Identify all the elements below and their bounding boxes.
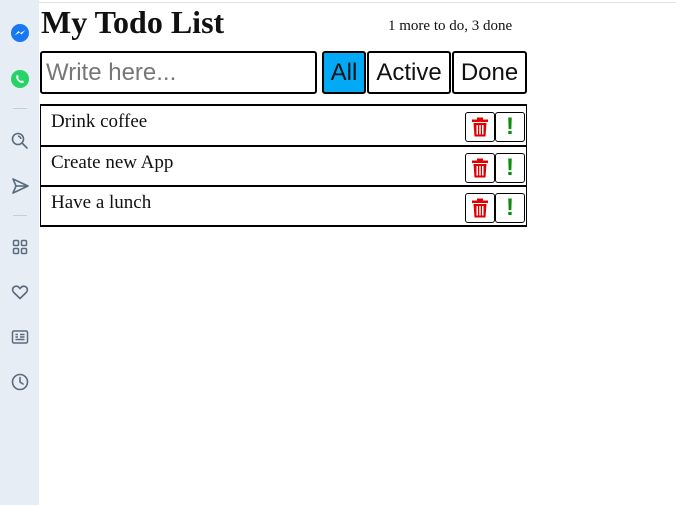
- heart-icon[interactable]: [9, 281, 31, 303]
- delete-todo-button[interactable]: [465, 193, 495, 223]
- filter-all-button[interactable]: All: [322, 51, 366, 94]
- trash-icon: [472, 158, 488, 178]
- new-todo-input[interactable]: [40, 51, 317, 94]
- browser-sidebar: [0, 0, 39, 505]
- delete-todo-button[interactable]: [465, 112, 495, 142]
- trash-icon: [472, 117, 488, 137]
- delete-todo-button[interactable]: [465, 153, 495, 183]
- sidebar-divider: [13, 215, 27, 216]
- mark-important-button[interactable]: !: [495, 193, 525, 223]
- messenger-icon[interactable]: [9, 22, 31, 44]
- history-clock-icon[interactable]: [9, 371, 31, 393]
- mark-important-button[interactable]: !: [495, 153, 525, 183]
- news-icon[interactable]: [9, 326, 31, 348]
- todo-item-label[interactable]: Have a lunch: [51, 192, 151, 214]
- todo-item: Drink coffee !: [41, 105, 526, 145]
- exclamation-icon: !: [506, 194, 514, 221]
- exclamation-icon: !: [506, 113, 514, 140]
- exclamation-icon: !: [506, 154, 514, 181]
- todo-item: Have a lunch !: [41, 185, 526, 225]
- send-icon[interactable]: [9, 175, 31, 197]
- trash-icon: [472, 198, 488, 218]
- search-icon[interactable]: [9, 130, 31, 152]
- filter-active-button[interactable]: Active: [367, 51, 451, 94]
- sidebar-divider: [13, 108, 27, 109]
- page-title: My Todo List: [41, 4, 225, 40]
- todo-item-label[interactable]: Create new App: [51, 152, 173, 174]
- whatsapp-icon[interactable]: [9, 68, 31, 90]
- mark-important-button[interactable]: !: [495, 112, 525, 142]
- todo-item-label[interactable]: Drink coffee: [51, 111, 147, 133]
- filter-done-button[interactable]: Done: [452, 51, 527, 94]
- todo-status-text: 1 more to do, 3 done: [388, 18, 513, 34]
- todo-item: Create new App !: [41, 145, 526, 185]
- todo-list: Drink coffee ! Create new App ! Have a l…: [40, 104, 527, 227]
- apps-grid-icon[interactable]: [9, 236, 31, 258]
